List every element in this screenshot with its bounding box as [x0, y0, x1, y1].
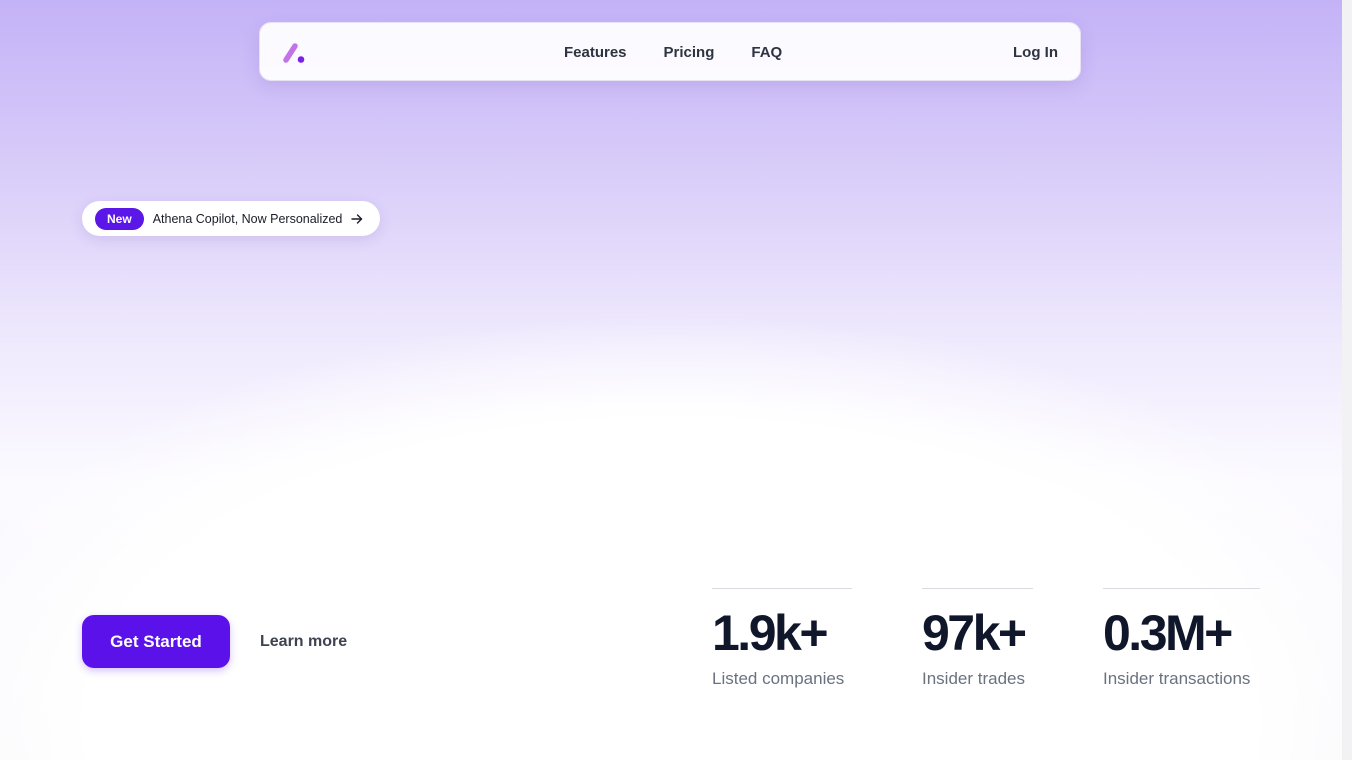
stat-insider-trades: 97k+ Insider trades: [922, 588, 1033, 689]
nav-links: Features Pricing FAQ: [564, 23, 782, 82]
arrow-right-icon: [351, 213, 363, 224]
scrollbar-track: [1342, 0, 1352, 760]
nav-link-faq[interactable]: FAQ: [751, 44, 782, 61]
stat-label: Listed companies: [712, 669, 845, 688]
stat-label: Insider trades: [922, 669, 1025, 688]
stat-value: 1.9k+: [712, 605, 829, 661]
stat-value: 0.3M+: [1103, 605, 1233, 661]
announcement-pill[interactable]: New Athena Copilot, Now Personalized: [82, 201, 380, 236]
nav-link-features[interactable]: Features: [564, 44, 627, 61]
announcement-text: Athena Copilot, Now Personalized: [152, 211, 343, 226]
new-badge: New: [95, 207, 144, 230]
learn-more-link[interactable]: Learn more: [260, 615, 347, 668]
stat-insider-transactions: 0.3M+ Insider transactions: [1103, 588, 1260, 689]
logo-icon[interactable]: [282, 41, 308, 65]
login-link[interactable]: Log In: [1013, 23, 1058, 82]
top-navigation-bar: Features Pricing FAQ Log In: [259, 22, 1081, 81]
nav-link-pricing[interactable]: Pricing: [664, 44, 715, 61]
stat-value: 97k+: [922, 605, 1027, 661]
stat-label: Insider transactions: [1103, 669, 1251, 688]
stat-listed-companies: 1.9k+ Listed companies: [712, 588, 852, 689]
get-started-button[interactable]: Get Started: [82, 615, 230, 668]
